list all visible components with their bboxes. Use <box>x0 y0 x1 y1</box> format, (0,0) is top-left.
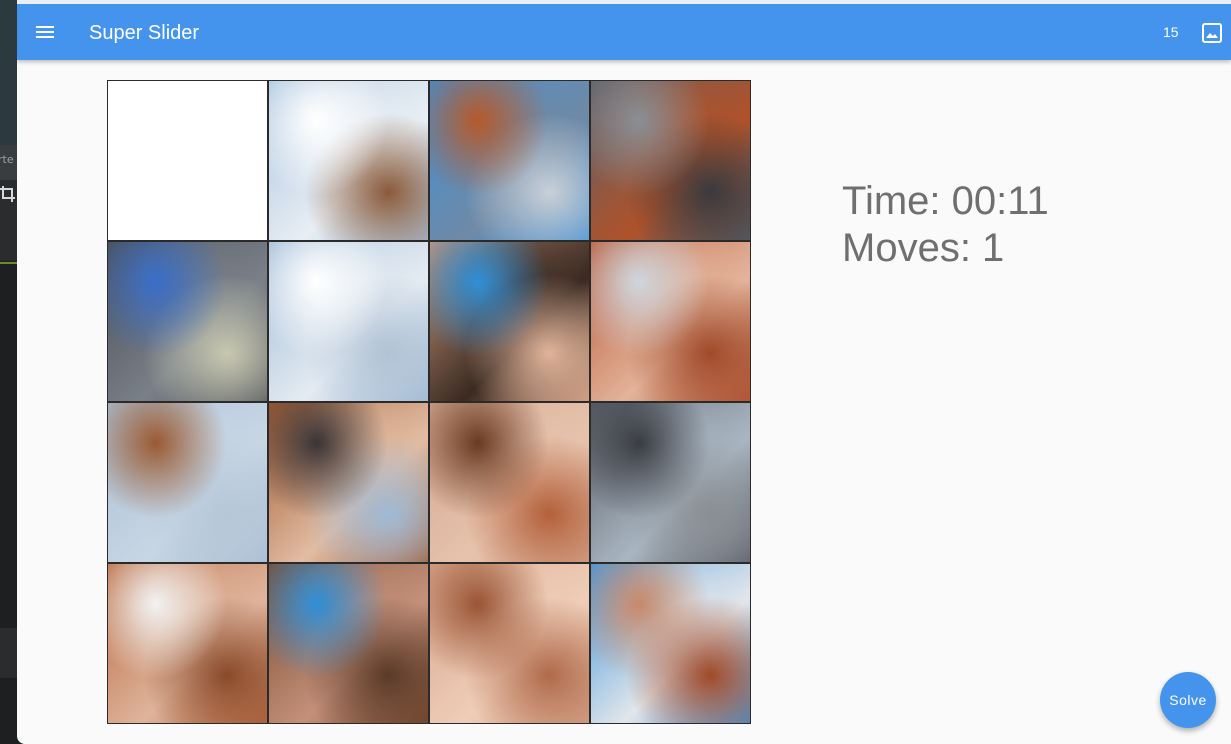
puzzle-tile[interactable] <box>429 80 590 241</box>
puzzle-tile[interactable] <box>107 241 268 402</box>
app-window: Super Slider 15 Time: 00:11 Moves: 1 Sol… <box>17 4 1231 744</box>
game-stats: Time: 00:11 Moves: 1 <box>842 178 1049 272</box>
puzzle-tile[interactable] <box>590 563 751 724</box>
moves-text: Moves: 1 <box>842 226 1005 270</box>
puzzle-tile[interactable] <box>107 563 268 724</box>
puzzle-tile[interactable] <box>268 563 429 724</box>
background-label: rte <box>0 153 14 166</box>
puzzle-count[interactable]: 15 <box>1163 24 1179 40</box>
puzzle-tile[interactable] <box>429 241 590 402</box>
puzzle-tile[interactable] <box>268 80 429 241</box>
puzzle-board <box>107 80 751 724</box>
timer-text: Time: 00:11 <box>842 179 1049 223</box>
menu-icon[interactable] <box>33 20 57 44</box>
image-icon[interactable] <box>1201 22 1223 44</box>
solve-button[interactable]: Solve <box>1160 672 1216 728</box>
puzzle-tile-empty[interactable] <box>107 80 268 241</box>
puzzle-tile[interactable] <box>107 402 268 563</box>
app-toolbar: Super Slider 15 <box>17 4 1231 60</box>
puzzle-tile[interactable] <box>268 402 429 563</box>
app-title: Super Slider <box>89 22 200 44</box>
background-desktop-strip: rte <box>0 0 17 744</box>
puzzle-tile[interactable] <box>429 563 590 724</box>
puzzle-tile[interactable] <box>268 241 429 402</box>
crop-icon <box>0 186 15 204</box>
puzzle-tile[interactable] <box>590 402 751 563</box>
puzzle-tile[interactable] <box>429 402 590 563</box>
background-divider <box>0 262 17 264</box>
puzzle-tile[interactable] <box>590 80 751 241</box>
puzzle-tile[interactable] <box>590 241 751 402</box>
background-panel <box>0 628 17 678</box>
